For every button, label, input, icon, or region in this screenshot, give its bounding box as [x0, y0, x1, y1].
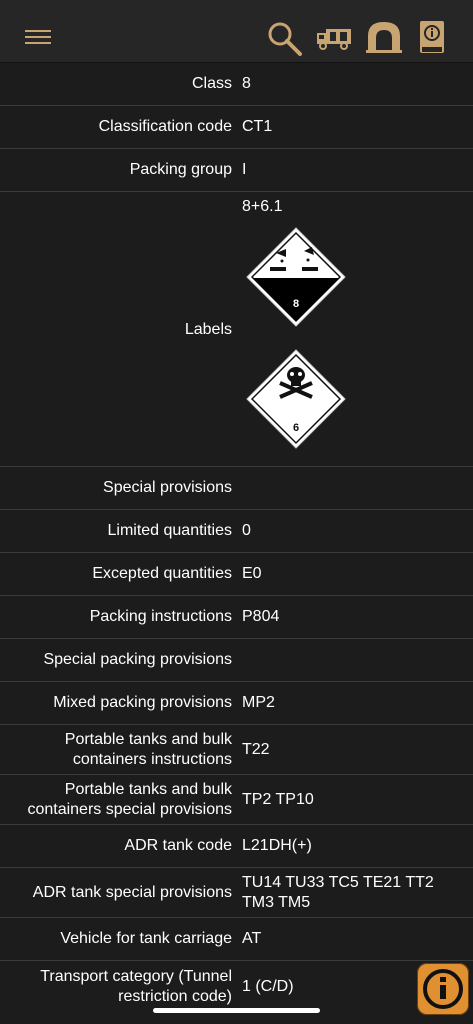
row-adr-tank-special-provisions: ADR tank special provisions TU14 TU33 TC… — [0, 868, 473, 918]
home-indicator[interactable] — [153, 1008, 320, 1013]
row-label: Packing group — [129, 161, 232, 178]
row-value: 8 — [242, 75, 251, 92]
row-value: T22 — [242, 740, 270, 758]
row-label: Packing instructions — [89, 608, 232, 625]
row-label: Class — [191, 75, 232, 92]
row-value: AT — [242, 930, 262, 947]
row-vehicle-for-tank-carriage: Vehicle for tank carriage AT — [0, 918, 473, 961]
row-value: TP2 TP10 — [242, 790, 314, 808]
truck-icon[interactable] — [316, 24, 352, 52]
info-book-icon[interactable] — [418, 20, 446, 56]
row-value: E0 — [242, 565, 262, 582]
detail-table: Class 8 Classification code CT1 Packing … — [0, 63, 473, 1013]
row-classification-code: Classification code CT1 — [0, 106, 473, 149]
row-value: 8+6.1 — [242, 198, 283, 215]
row-value: P804 — [242, 608, 280, 625]
row-portable-tanks-special-provisions: Portable tanks and bulk containers speci… — [0, 775, 473, 825]
row-label: Vehicle for tank carriage — [60, 930, 232, 947]
label-number: 8 — [293, 298, 299, 310]
row-labels: Labels 8+6.1 8 6 — [0, 192, 473, 467]
row-excepted-quantities: Excepted quantities E0 — [0, 553, 473, 596]
top-toolbar — [0, 0, 473, 63]
info-button[interactable] — [417, 963, 469, 1015]
info-icon — [423, 969, 463, 1009]
row-packing-instructions: Packing instructions P804 — [0, 596, 473, 639]
row-packing-group: Packing group I — [0, 149, 473, 192]
row-value: MP2 — [242, 694, 275, 711]
row-special-packing-provisions: Special packing provisions — [0, 639, 473, 682]
menu-icon[interactable] — [25, 30, 51, 46]
row-label: Limited quantities — [107, 522, 232, 539]
toxic-hazard-label: 6 — [246, 349, 346, 449]
row-value: L21DH(+) — [242, 837, 312, 854]
row-transport-category: Transport category (Tunnel restriction c… — [0, 961, 473, 1013]
row-label: Special provisions — [103, 479, 232, 496]
row-label: Labels — [184, 321, 232, 338]
row-limited-quantities: Limited quantities 0 — [0, 510, 473, 553]
row-label: ADR tank special provisions — [32, 883, 232, 901]
label-number: 6 — [293, 422, 299, 434]
search-icon[interactable] — [266, 20, 304, 58]
row-value: I — [242, 161, 247, 178]
row-label: Portable tanks and bulk containers instr… — [64, 730, 232, 768]
row-label: Mixed packing provisions — [53, 694, 232, 711]
row-special-provisions: Special provisions — [0, 467, 473, 510]
row-value: TU14 TU33 TC5 TE21 TT2 TM3 TM5 — [242, 873, 434, 911]
row-label: Portable tanks and bulk containers speci… — [27, 780, 232, 818]
corrosive-hazard-label: 8 — [246, 227, 346, 327]
row-class: Class 8 — [0, 63, 473, 106]
tunnel-icon[interactable] — [366, 20, 402, 54]
row-label: Excepted quantities — [92, 565, 232, 582]
row-label: ADR tank code — [124, 837, 232, 854]
row-label: Transport category (Tunnel restriction c… — [40, 968, 232, 1005]
row-portable-tanks-instructions: Portable tanks and bulk containers instr… — [0, 725, 473, 775]
row-label: Classification code — [98, 118, 232, 135]
row-adr-tank-code: ADR tank code L21DH(+) — [0, 825, 473, 868]
row-mixed-packing-provisions: Mixed packing provisions MP2 — [0, 682, 473, 725]
row-label: Special packing provisions — [43, 651, 232, 668]
row-value: CT1 — [242, 118, 273, 135]
row-value: 0 — [242, 522, 251, 539]
